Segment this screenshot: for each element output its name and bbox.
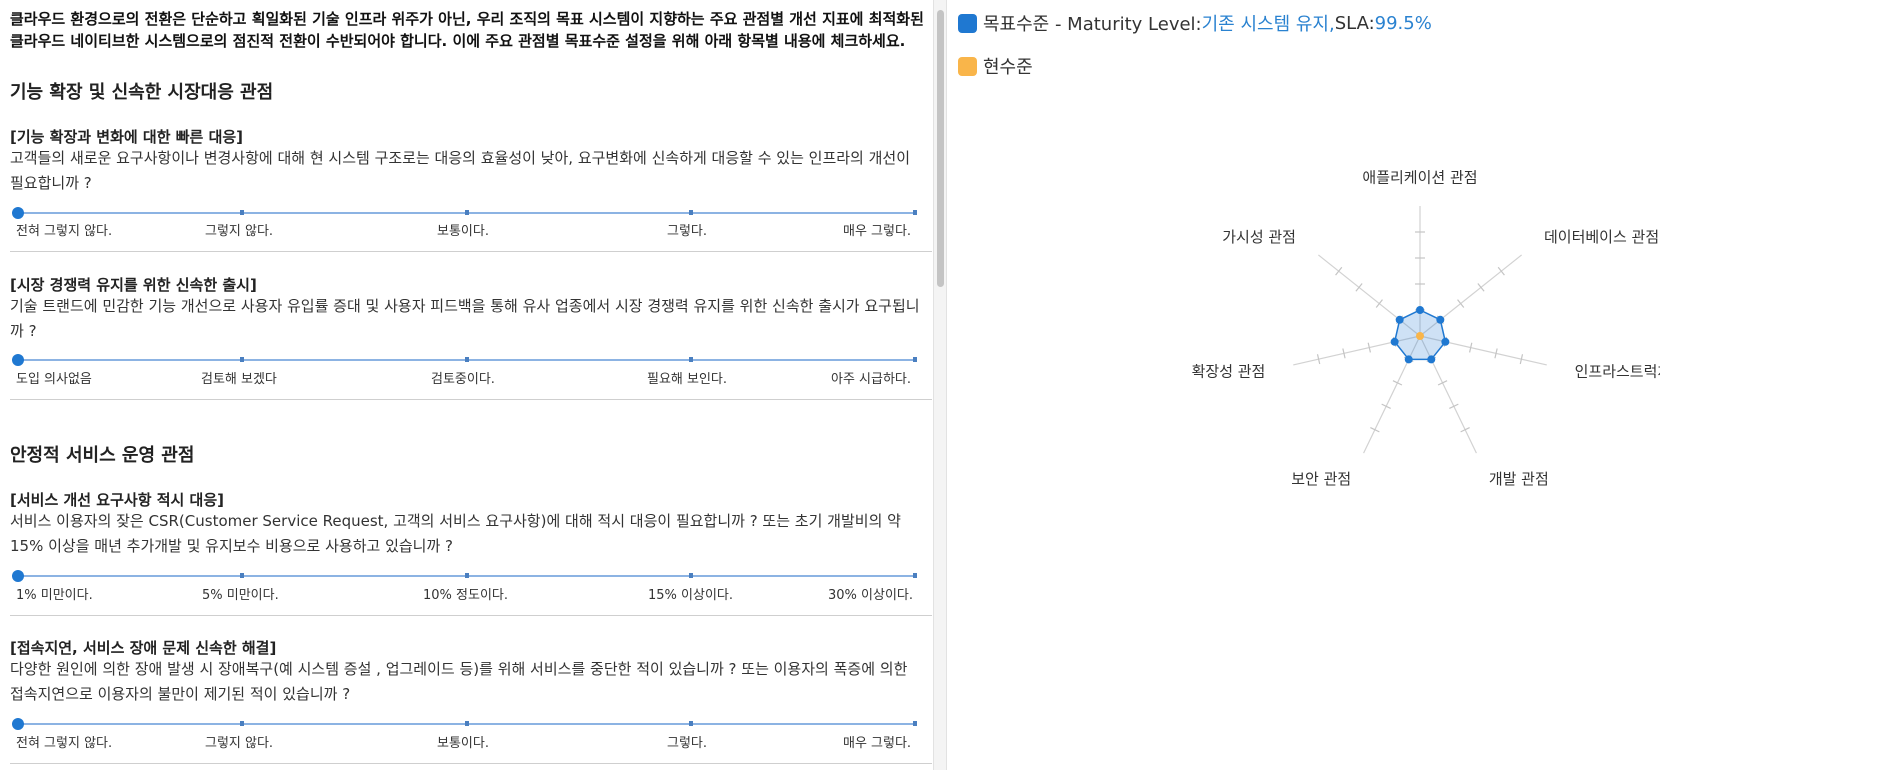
legend-target-label: 목표수준 - Maturity Level:: [983, 14, 1202, 35]
slider-tick: [240, 210, 245, 215]
question-body: 서비스 이용자의 잦은 CSR(Customer Service Request…: [10, 512, 901, 555]
divider: [10, 763, 932, 764]
answer-slider[interactable]: [12, 207, 917, 219]
option-label[interactable]: 전혀 그렇지 않다.: [16, 732, 112, 751]
option-label[interactable]: 검토해 보겠다: [201, 368, 277, 387]
option-label[interactable]: 그렇다.: [667, 220, 707, 239]
scrollbar-thumb[interactable]: [937, 10, 944, 287]
radar-axis-label: 가시성 관점: [1222, 228, 1296, 246]
option-label[interactable]: 보통이다.: [437, 220, 489, 239]
slider-tick: [913, 721, 917, 726]
slider-tick: [688, 573, 693, 578]
radar-axis-tick: [1375, 299, 1383, 308]
radar-axis-tick: [1460, 426, 1470, 433]
option-label[interactable]: 아주 시급하다.: [831, 368, 911, 387]
option-label[interactable]: 보통이다.: [437, 732, 489, 751]
slider-tick: [688, 210, 693, 215]
option-label[interactable]: 전혀 그렇지 않다.: [16, 220, 112, 239]
legend-swatch-current: [958, 56, 977, 76]
divider: [10, 251, 932, 252]
radar-axis-tick: [1477, 283, 1485, 292]
radar-target-point: [1436, 315, 1445, 324]
option-label[interactable]: 5% 미만이다.: [202, 584, 279, 603]
legend-sla-label: SLA:: [1334, 12, 1375, 34]
answer-slider[interactable]: [12, 570, 917, 582]
answer-slider[interactable]: [12, 354, 917, 366]
option-label[interactable]: 10% 정도이다.: [423, 584, 508, 603]
question-body: 다양한 원인에 의한 장애 발생 시 장애복구(예 시스템 증설 , 업그레이드…: [10, 660, 908, 703]
slider-thumb[interactable]: [12, 570, 24, 582]
divider: [10, 399, 932, 400]
divider: [10, 615, 932, 616]
radar-target-point: [1416, 306, 1424, 314]
radar-current-point: [1416, 332, 1424, 340]
radar-axis-label: 데이터베이스 관점: [1544, 228, 1659, 246]
slider-thumb[interactable]: [12, 718, 24, 730]
radar-axis-tick: [1457, 299, 1465, 308]
radar-axis-tick: [1370, 426, 1380, 433]
slider-tick: [688, 721, 693, 726]
legend-current[interactable]: 현수준: [958, 53, 1033, 79]
slider-thumb[interactable]: [12, 354, 24, 366]
slider-tick: [913, 210, 917, 215]
radar-target-point: [1427, 355, 1436, 364]
slider-tick: [913, 357, 917, 362]
legend-target[interactable]: 목표수준 - Maturity Level: 기존 시스템 유지, SLA: 9…: [958, 10, 1432, 36]
radar-target-point: [1441, 337, 1450, 346]
legend-current-label: 현수준: [983, 57, 1033, 78]
question-title: [서비스 개선 요구사항 적시 대응]: [10, 491, 225, 509]
section-title-stability: 안정적 서비스 운영 관점: [10, 445, 195, 466]
legend-swatch-target: [958, 13, 977, 33]
legend-target-level: 기존 시스템 유지,: [1201, 14, 1335, 35]
radar-axis-tick: [1449, 403, 1459, 409]
question-body: 고객들의 새로운 요구사항이나 변경사항에 대해 현 시스템 구조로는 대응의 …: [10, 149, 911, 192]
radar-target-point: [1390, 337, 1399, 346]
option-label[interactable]: 그렇지 않다.: [205, 732, 273, 751]
question-title: [시장 경쟁력 유지를 위한 신속한 출시]: [10, 276, 257, 294]
radar-axis-tick: [1335, 266, 1343, 276]
radar-target-point: [1395, 315, 1404, 324]
option-label[interactable]: 검토중이다.: [431, 368, 495, 387]
radar-axis-tick: [1392, 380, 1403, 386]
vertical-scrollbar[interactable]: [933, 0, 947, 770]
slider-tick: [464, 573, 469, 578]
slider-tick: [464, 357, 469, 362]
survey-panel: 클라우드 환경으로의 전환은 단순하고 획일화된 기술 인프라 위주가 아닌, …: [0, 0, 933, 770]
slider-tick: [240, 357, 245, 362]
answer-slider[interactable]: [12, 718, 917, 730]
option-label[interactable]: 그렇다.: [667, 732, 707, 751]
radar-axis-label: 보안 관점: [1291, 470, 1351, 488]
radar-axis-label: 개발 관점: [1489, 470, 1549, 488]
option-label[interactable]: 도입 의사없음: [16, 368, 92, 387]
slider-tick: [464, 210, 469, 215]
option-label[interactable]: 그렇지 않다.: [205, 220, 273, 239]
slider-tick: [688, 357, 693, 362]
slider-tick: [240, 721, 245, 726]
slider-tick: [240, 573, 245, 578]
radar-axis-tick: [1497, 266, 1505, 276]
option-label[interactable]: 15% 이상이다.: [648, 584, 733, 603]
radar-axis-label: 확장성 관점: [1192, 362, 1266, 380]
radar-axis-tick: [1437, 380, 1448, 386]
radar-axis-tick: [1355, 283, 1363, 292]
radar-axis-label: 인프라스트럭처 관점: [1575, 362, 1660, 380]
section-title-market: 기능 확장 및 신속한 시장대응 관점: [10, 82, 274, 103]
option-label[interactable]: 매우 그렇다.: [843, 732, 911, 751]
option-label[interactable]: 필요해 보인다.: [647, 368, 727, 387]
option-label[interactable]: 1% 미만이다.: [16, 584, 93, 603]
question-title: [기능 확장과 변화에 대한 빠른 대응]: [10, 128, 244, 146]
question-body: 기술 트랜드에 민감한 기능 개선으로 사용자 유입률 증대 및 사용자 피드백…: [10, 297, 920, 340]
option-label[interactable]: 30% 이상이다.: [828, 584, 913, 603]
slider-tick: [464, 721, 469, 726]
radar-axis-tick: [1381, 403, 1391, 409]
legend-sla-value: 99.5%: [1374, 12, 1432, 34]
option-label[interactable]: 매우 그렇다.: [843, 220, 911, 239]
radar-target-point: [1404, 355, 1413, 364]
slider-tick: [913, 573, 917, 578]
radar-chart: 애플리케이션 관점데이터베이스 관점인프라스트럭처 관점개발 관점 보안 관점 확장…: [1192, 168, 1660, 488]
radar-axis-label: 애플리케이션 관점: [1362, 168, 1477, 186]
question-title: [접속지연, 서비스 장애 문제 신속한 해결]: [10, 639, 277, 657]
intro-text: 클라우드 환경으로의 전환은 단순하고 획일화된 기술 인프라 위주가 아닌, …: [10, 10, 924, 50]
slider-thumb[interactable]: [12, 207, 24, 219]
